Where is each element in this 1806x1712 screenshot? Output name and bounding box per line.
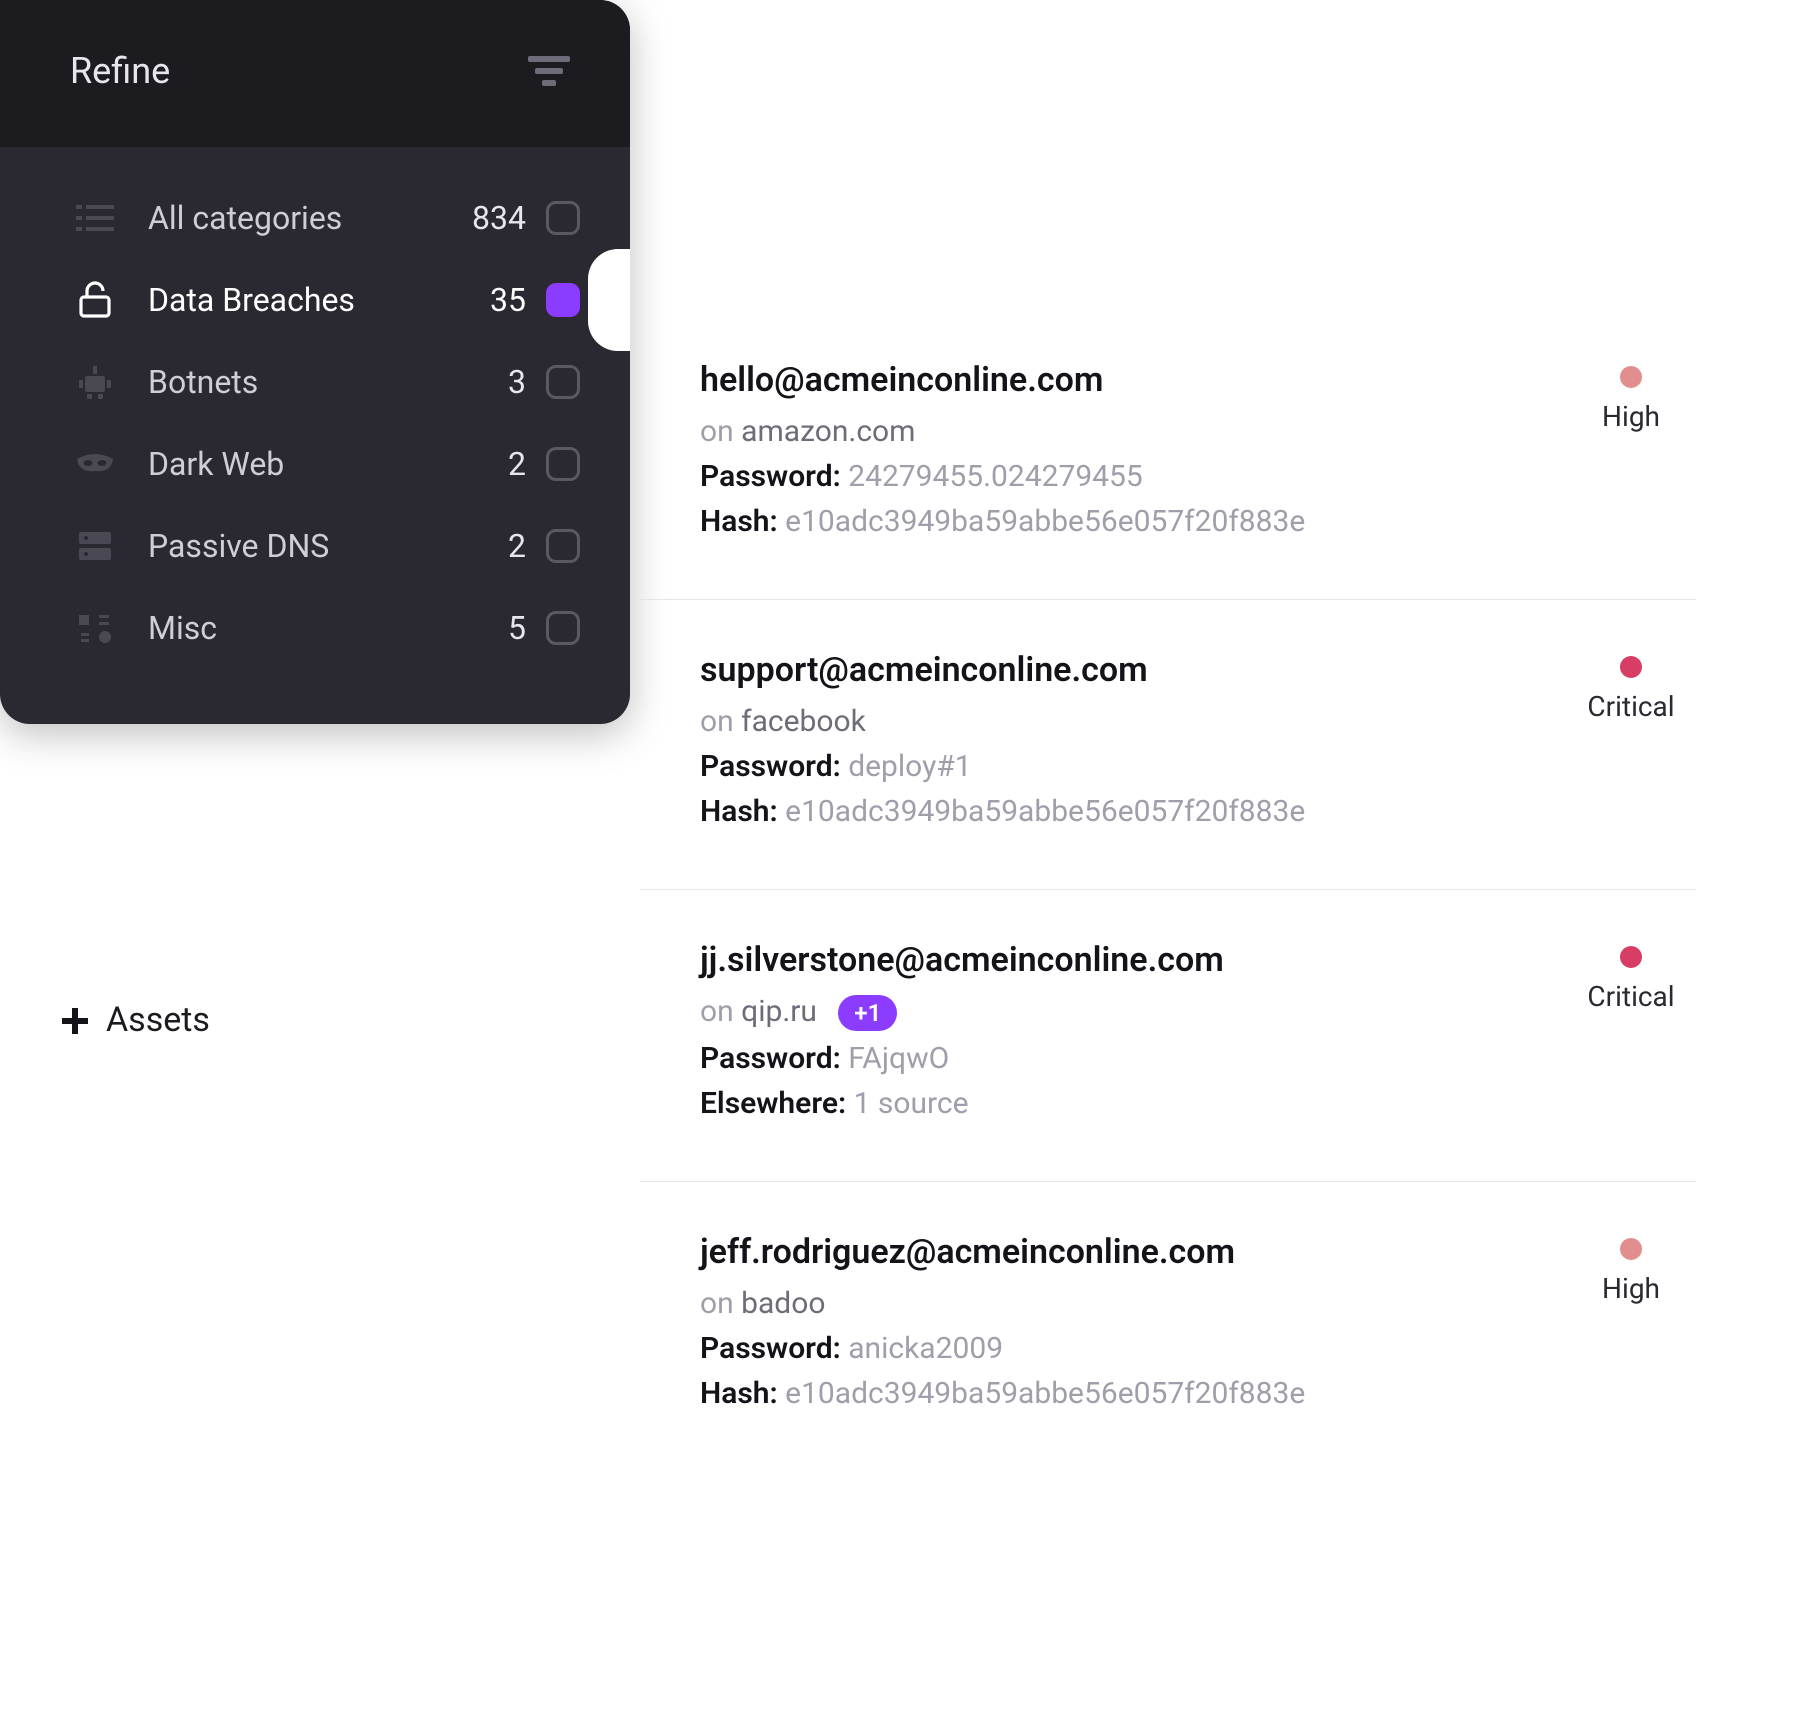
breach-elsewhere-line: Elsewhere: 1 source xyxy=(700,1086,1566,1121)
unlock-icon xyxy=(70,281,120,319)
breach-result-main: hello@acmeinconline.com on amazon.com Pa… xyxy=(700,360,1566,549)
refine-title: Refine xyxy=(70,50,170,92)
list-icon xyxy=(70,203,120,233)
severity-label: High xyxy=(1566,1272,1696,1305)
breach-password-line: Password: 24279455.024279455 xyxy=(700,459,1566,494)
breach-hash-line: Hash: e10adc3949ba59abbe56e057f20f883e xyxy=(700,794,1566,829)
category-count: 5 xyxy=(508,609,526,647)
severity-dot-icon xyxy=(1620,656,1642,678)
mask-icon xyxy=(70,453,120,475)
breach-email: jeff.rodriguez@acmeinconline.com xyxy=(700,1232,1566,1272)
category-label: Dark Web xyxy=(148,445,508,483)
category-misc[interactable]: Misc 5 xyxy=(0,587,630,669)
severity-label: Critical xyxy=(1566,980,1696,1013)
category-count: 2 xyxy=(508,445,526,483)
breach-password-line: Password: FAjqwO xyxy=(700,1041,1566,1076)
category-count: 834 xyxy=(472,199,526,237)
breach-result-main: jeff.rodriguez@acmeinconline.com on bado… xyxy=(700,1232,1566,1421)
category-botnets[interactable]: Botnets 3 xyxy=(0,341,630,423)
breach-hash-line: Hash: e10adc3949ba59abbe56e057f20f883e xyxy=(700,1376,1566,1411)
category-all[interactable]: All categories 834 xyxy=(0,177,630,259)
severity-label: Critical xyxy=(1566,690,1696,723)
category-checkbox[interactable] xyxy=(546,611,580,645)
breach-result[interactable]: hello@acmeinconline.com on amazon.com Pa… xyxy=(640,310,1696,600)
refine-sidebar: Refine All categories 834 xyxy=(0,0,630,724)
breach-password-line: Password: deploy#1 xyxy=(700,749,1566,784)
plus-icon xyxy=(60,1005,90,1035)
category-passive-dns[interactable]: Passive DNS 2 xyxy=(0,505,630,587)
breach-site-line: on facebook xyxy=(700,704,1566,739)
category-count: 3 xyxy=(508,363,526,401)
severity-dot-icon xyxy=(1620,366,1642,388)
breach-result[interactable]: support@acmeinconline.com on facebook Pa… xyxy=(640,600,1696,890)
breach-password-line: Password: anicka2009 xyxy=(700,1331,1566,1366)
breach-email: support@acmeinconline.com xyxy=(700,650,1566,690)
breach-result-main: jj.silverstone@acmeinconline.com on qip.… xyxy=(700,940,1566,1131)
category-checkbox[interactable] xyxy=(546,447,580,481)
category-checkbox[interactable] xyxy=(546,283,580,317)
breach-result-main: support@acmeinconline.com on facebook Pa… xyxy=(700,650,1566,839)
extra-sites-badge[interactable]: +1 xyxy=(838,995,897,1031)
breach-result[interactable]: jeff.rodriguez@acmeinconline.com on bado… xyxy=(640,1182,1696,1471)
severity-indicator: High xyxy=(1566,1232,1696,1305)
category-count: 35 xyxy=(490,281,526,319)
breach-site-line: on qip.ru +1 xyxy=(700,994,1566,1031)
server-icon xyxy=(70,530,120,562)
category-label: All categories xyxy=(148,199,472,237)
breach-site-line: on badoo xyxy=(700,1286,1566,1321)
category-checkbox[interactable] xyxy=(546,529,580,563)
breach-results: hello@acmeinconline.com on amazon.com Pa… xyxy=(640,310,1696,1471)
severity-label: High xyxy=(1566,400,1696,433)
breach-email: jj.silverstone@acmeinconline.com xyxy=(700,940,1566,980)
severity-indicator: Critical xyxy=(1566,940,1696,1013)
breach-email: hello@acmeinconline.com xyxy=(700,360,1566,400)
category-label: Passive DNS xyxy=(148,527,508,565)
bot-icon xyxy=(70,364,120,400)
category-checkbox[interactable] xyxy=(546,201,580,235)
severity-dot-icon xyxy=(1620,946,1642,968)
severity-indicator: High xyxy=(1566,360,1696,433)
category-label: Data Breaches xyxy=(148,281,490,319)
category-list: All categories 834 Data Breaches 35 xyxy=(0,147,630,724)
misc-icon xyxy=(70,611,120,645)
filter-icon[interactable] xyxy=(528,56,570,86)
category-data-breaches[interactable]: Data Breaches 35 xyxy=(0,259,630,341)
severity-indicator: Critical xyxy=(1566,650,1696,723)
severity-dot-icon xyxy=(1620,1238,1642,1260)
assets-label: Assets xyxy=(106,1000,210,1040)
category-checkbox[interactable] xyxy=(546,365,580,399)
assets-toggle[interactable]: Assets xyxy=(60,1000,210,1040)
breach-result[interactable]: jj.silverstone@acmeinconline.com on qip.… xyxy=(640,890,1696,1182)
category-label: Botnets xyxy=(148,363,508,401)
refine-header: Refine xyxy=(0,0,630,147)
breach-hash-line: Hash: e10adc3949ba59abbe56e057f20f883e xyxy=(700,504,1566,539)
breach-site-line: on amazon.com xyxy=(700,414,1566,449)
category-count: 2 xyxy=(508,527,526,565)
category-label: Misc xyxy=(148,609,508,647)
category-dark-web[interactable]: Dark Web 2 xyxy=(0,423,630,505)
